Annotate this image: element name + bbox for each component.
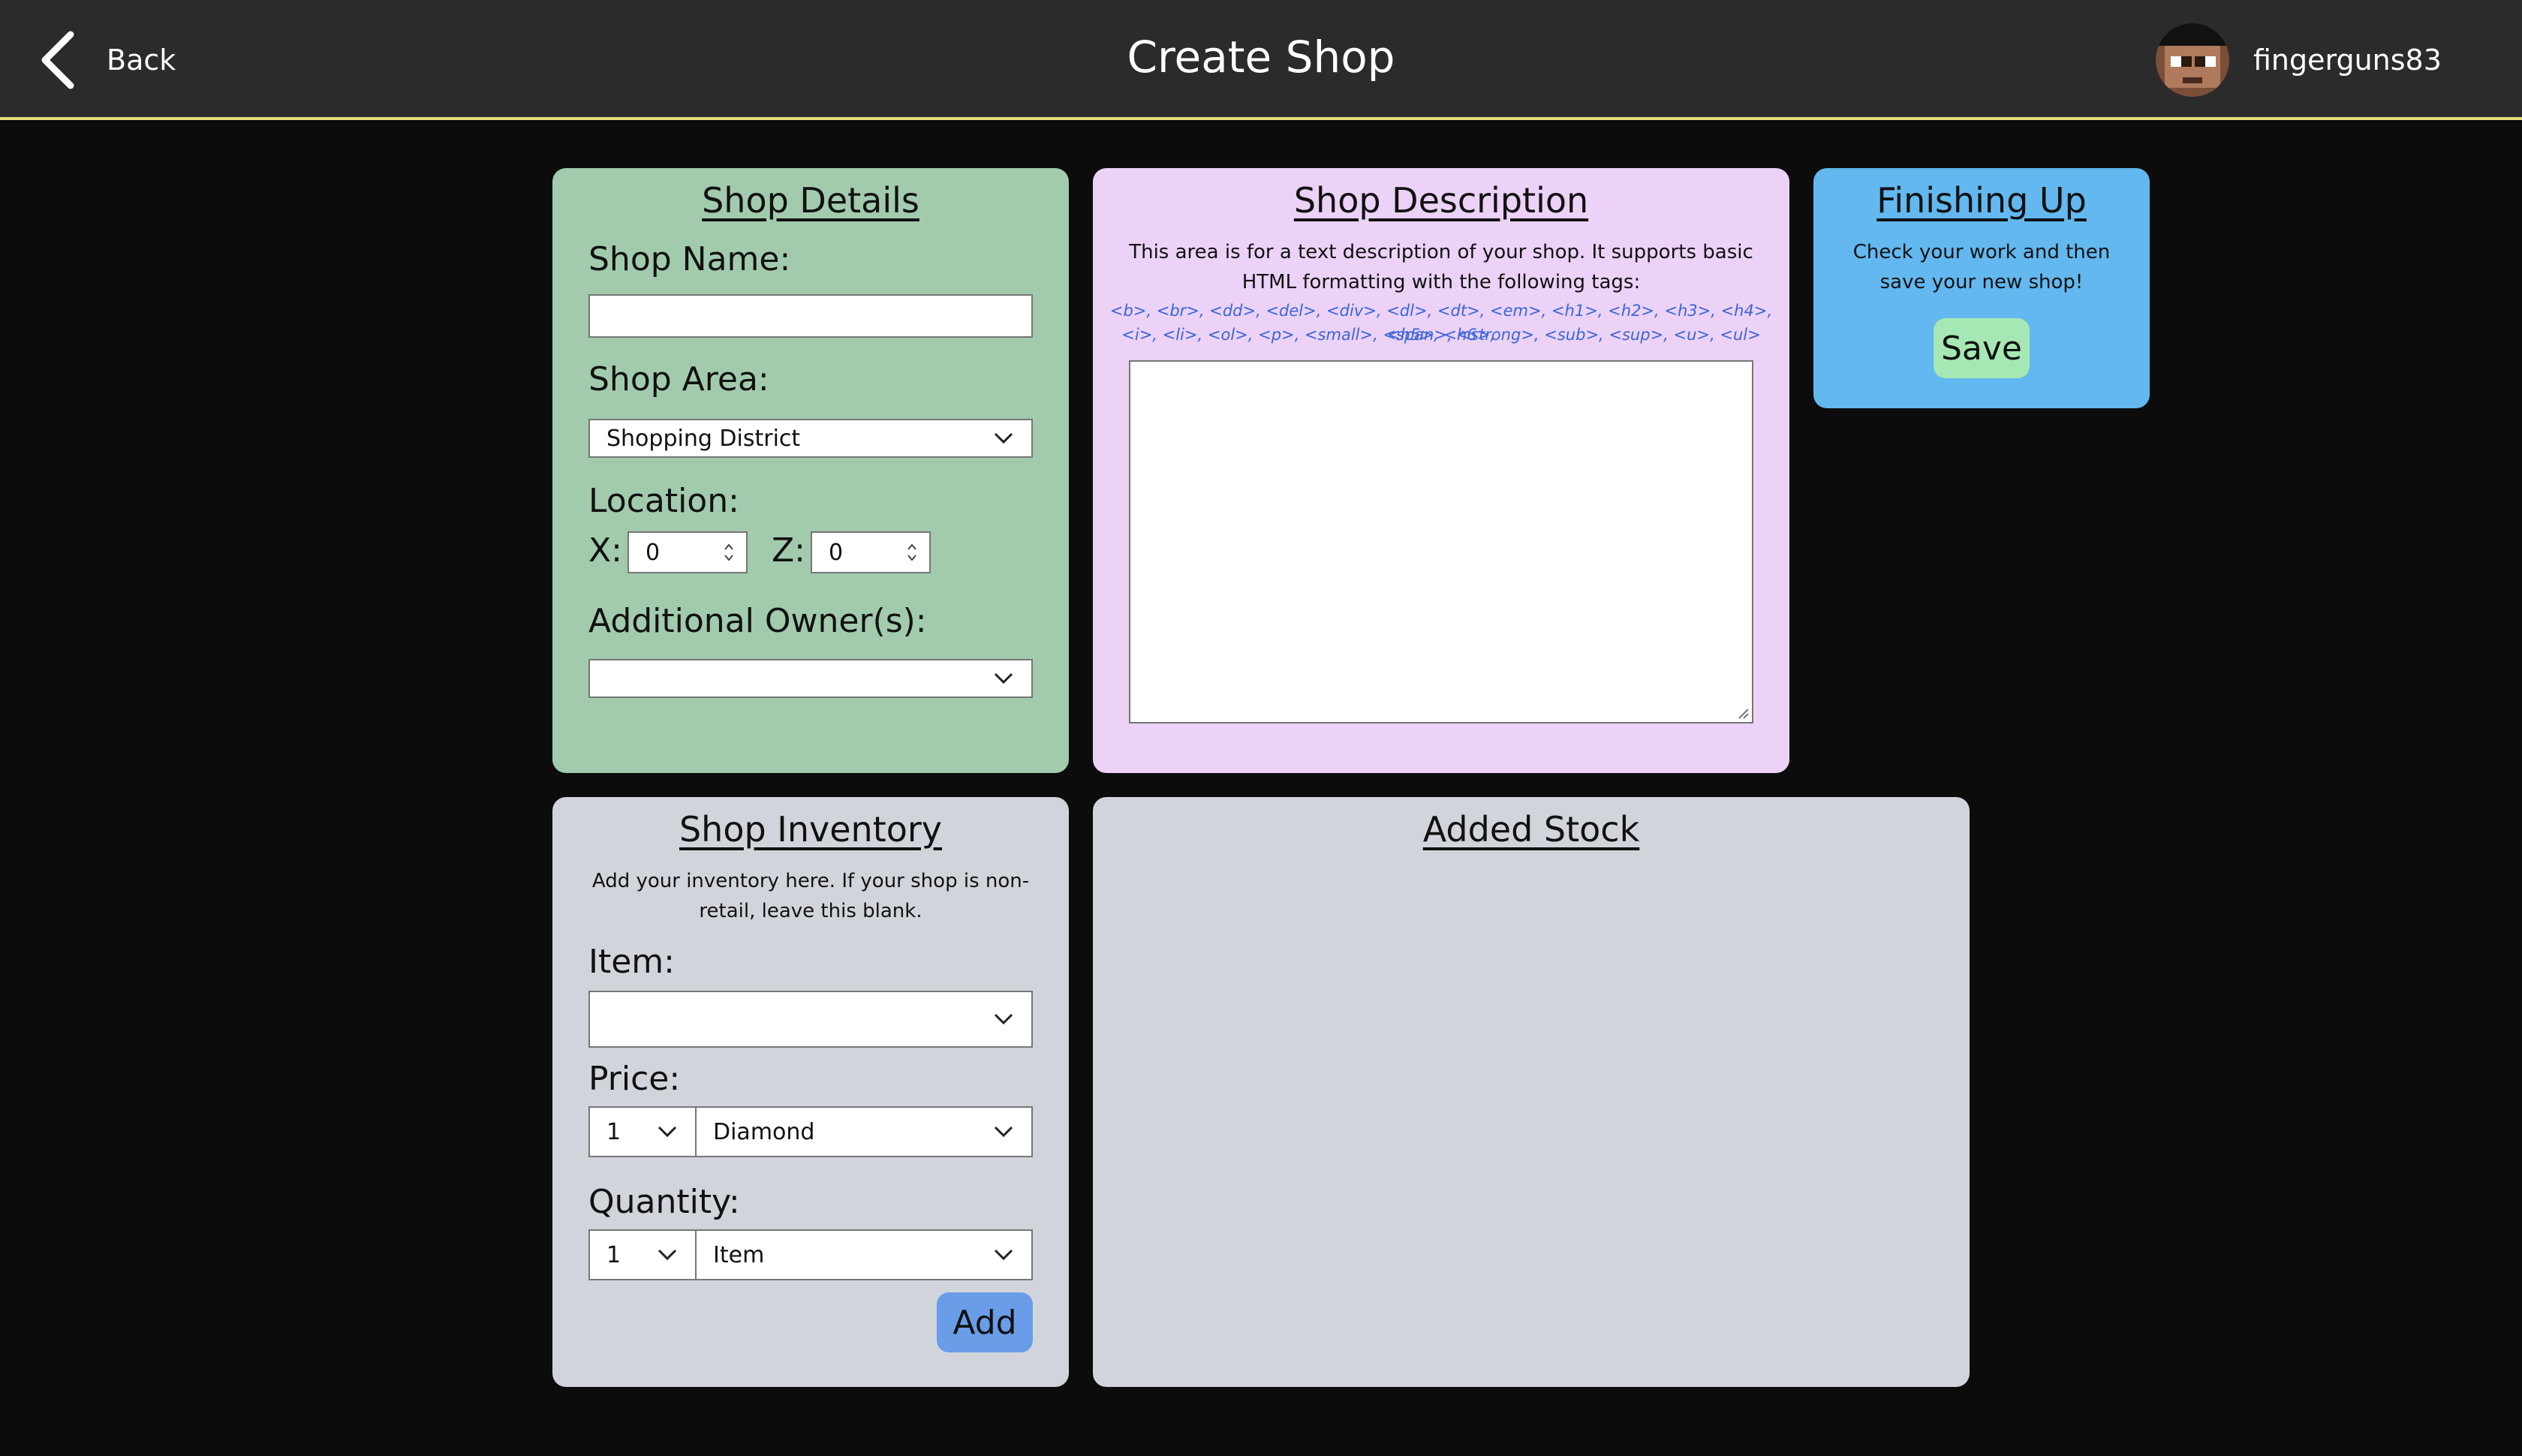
quantity-amount-select[interactable]: 1 (588, 1229, 697, 1280)
shop-area-value: Shopping District (606, 425, 801, 452)
finishing-up-panel: Finishing Up Check your work and then sa… (1813, 168, 2150, 408)
z-coordinate-input[interactable]: 0 (811, 531, 931, 573)
top-bar: Back Create Shop fingerguns83 (0, 0, 2522, 120)
shop-details-heading: Shop Details (702, 180, 919, 221)
shop-area-label: Shop Area: (588, 360, 769, 399)
item-label: Item: (588, 943, 675, 981)
x-coordinate-value: 0 (646, 539, 661, 566)
quantity-unit-select[interactable]: Item (695, 1229, 1033, 1280)
resize-handle-icon[interactable] (1737, 707, 1749, 719)
quantity-unit-value: Item (713, 1241, 765, 1268)
chevron-down-icon (994, 432, 1013, 444)
added-stock-panel: Added Stock (1093, 797, 1970, 1387)
chevron-down-icon (994, 672, 1013, 684)
shop-description-panel: Shop Description This area is for a text… (1093, 168, 1789, 773)
price-label: Price: (588, 1060, 681, 1098)
x-coordinate-input[interactable]: 0 (627, 531, 748, 573)
username: fingerguns83 (2253, 44, 2442, 77)
allowed-tags-line-2: <i>, <li>, <ol>, <p>, <small>, <span>, <… (1121, 326, 1761, 344)
item-select[interactable] (588, 991, 1033, 1048)
back-button[interactable]: Back (39, 30, 176, 90)
added-stock-heading: Added Stock (1422, 809, 1640, 850)
quantity-amount-value: 1 (606, 1241, 621, 1268)
shop-details-panel: Shop Details Shop Name: Shop Area: Shopp… (552, 168, 1069, 773)
inventory-help-text: Add your inventory here. If your shop is… (591, 870, 1030, 922)
avatar[interactable] (2156, 23, 2229, 97)
save-button[interactable]: Save (1934, 318, 2030, 378)
quantity-label: Quantity: (588, 1183, 740, 1221)
chevron-down-icon (658, 1126, 677, 1138)
additional-owners-label: Additional Owner(s): (588, 602, 927, 640)
z-coordinate-value: 0 (829, 539, 844, 566)
chevron-down-icon (658, 1249, 677, 1261)
chevron-left-icon (41, 31, 74, 89)
shop-description-heading: Shop Description (1293, 180, 1589, 221)
price-currency-select[interactable]: Diamond (695, 1106, 1033, 1157)
z-label: Z: (772, 531, 805, 570)
description-help-text: This area is for a text description of y… (1129, 241, 1753, 293)
page-title: Create Shop (1127, 32, 1395, 83)
spinner-arrows-icon[interactable] (724, 541, 734, 564)
price-amount-value: 1 (606, 1118, 621, 1145)
finishing-help-text: Check your work and then save your new s… (1852, 241, 2111, 293)
back-label: Back (107, 44, 176, 77)
user-menu[interactable]: fingerguns83 (2156, 23, 2442, 98)
shop-inventory-panel: Shop Inventory Add your inventory here. … (552, 797, 1069, 1387)
description-textarea[interactable] (1129, 360, 1753, 723)
price-currency-value: Diamond (713, 1118, 815, 1145)
location-label: Location: (588, 482, 739, 520)
chevron-down-icon (994, 1126, 1013, 1138)
price-amount-select[interactable]: 1 (588, 1106, 697, 1157)
chevron-down-icon (994, 1249, 1013, 1261)
finishing-up-heading: Finishing Up (1876, 180, 2087, 221)
shop-name-input[interactable] (588, 294, 1033, 338)
shop-name-label: Shop Name: (588, 240, 791, 278)
spinner-arrows-icon[interactable] (907, 541, 917, 564)
x-label: X: (588, 531, 622, 570)
shop-area-select[interactable]: Shopping District (588, 419, 1033, 458)
shop-inventory-heading: Shop Inventory (679, 809, 943, 850)
add-button[interactable]: Add (937, 1292, 1033, 1352)
additional-owners-select[interactable] (588, 659, 1033, 698)
chevron-down-icon (994, 1013, 1013, 1025)
